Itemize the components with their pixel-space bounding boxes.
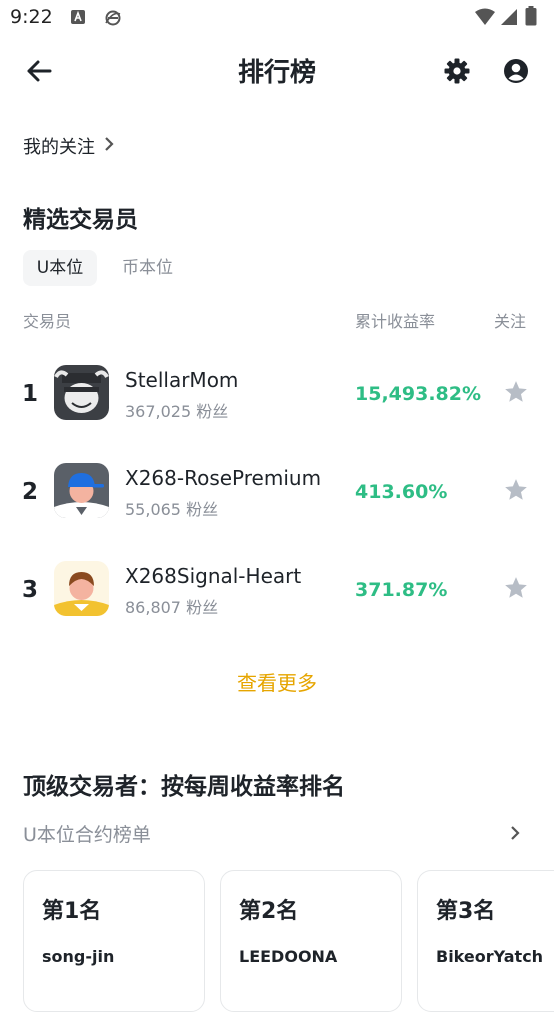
trader-row[interactable]: 1 StellarMom 367,025 粉丝 15,493.82%	[0, 355, 554, 435]
battery-icon	[525, 6, 537, 30]
top-trader-card[interactable]: 第1名 song-jin	[23, 870, 205, 1012]
trader-row[interactable]: 3 X268Signal-Heart 86,807 粉丝 371.87%	[0, 551, 554, 631]
profile-avatar-icon[interactable]	[502, 57, 530, 85]
card-trader-name: LEEDOONA	[239, 947, 338, 966]
trader-avatar	[54, 463, 109, 518]
weekly-ranking-title: 顶级交易者：按每周收益率排名	[23, 774, 345, 800]
settings-gear-icon[interactable]	[443, 57, 471, 85]
my-following-label: 我的关注	[23, 137, 95, 158]
status-time: 9:22	[10, 6, 53, 28]
wifi-icon	[474, 8, 496, 30]
card-rank: 第1名	[42, 899, 102, 924]
status-bar: 9:22	[0, 0, 554, 38]
trader-avatar	[54, 561, 109, 616]
star-icon[interactable]	[503, 575, 529, 601]
trader-followers: 367,025 粉丝	[125, 402, 229, 421]
chevron-right-icon	[103, 136, 115, 156]
trader-rank: 2	[22, 479, 39, 505]
board-label: U本位合约榜单	[23, 824, 151, 846]
my-following-link[interactable]: 我的关注	[23, 133, 115, 159]
trader-row[interactable]: 2 X268-RosePremium 55,065 粉丝 413.60%	[0, 453, 554, 533]
column-header-roi: 累计收益率	[355, 312, 436, 331]
column-header-follow: 关注	[494, 312, 527, 331]
usdt-futures-board-link[interactable]: U本位合约榜单	[23, 820, 533, 850]
trader-name: StellarMom	[125, 368, 239, 392]
card-trader-name: song-jin	[42, 947, 115, 966]
tab-coin-margined[interactable]: 币本位	[112, 250, 183, 286]
chevron-right-icon	[509, 825, 521, 845]
featured-traders-title: 精选交易员	[23, 207, 138, 233]
star-icon[interactable]	[503, 477, 529, 503]
trader-name: X268Signal-Heart	[125, 564, 302, 588]
column-header-trader: 交易员	[23, 312, 72, 331]
card-rank: 第3名	[436, 899, 496, 924]
top-trader-card[interactable]: 第2名 LEEDOONA	[220, 870, 402, 1012]
star-icon[interactable]	[503, 379, 529, 405]
trader-rank: 3	[22, 577, 39, 603]
browser-e-icon	[104, 9, 121, 26]
trader-avatar	[54, 365, 109, 420]
cell-signal-icon	[500, 8, 518, 30]
top-trader-card[interactable]: 第3名 BikeorYatch	[417, 870, 554, 1012]
trader-roi: 371.87%	[355, 579, 448, 601]
trader-name: X268-RosePremium	[125, 466, 322, 490]
trader-followers: 55,065 粉丝	[125, 500, 219, 519]
keyboard-a-icon	[70, 9, 86, 25]
trader-rank: 1	[22, 381, 39, 407]
trader-roi: 413.60%	[355, 481, 448, 503]
card-trader-name: BikeorYatch	[436, 947, 544, 966]
trader-roi: 15,493.82%	[355, 383, 482, 405]
view-more-link[interactable]: 查看更多	[0, 667, 554, 696]
trader-followers: 86,807 粉丝	[125, 598, 219, 617]
card-rank: 第2名	[239, 899, 299, 924]
tab-usdt-margined[interactable]: U本位	[23, 250, 97, 286]
